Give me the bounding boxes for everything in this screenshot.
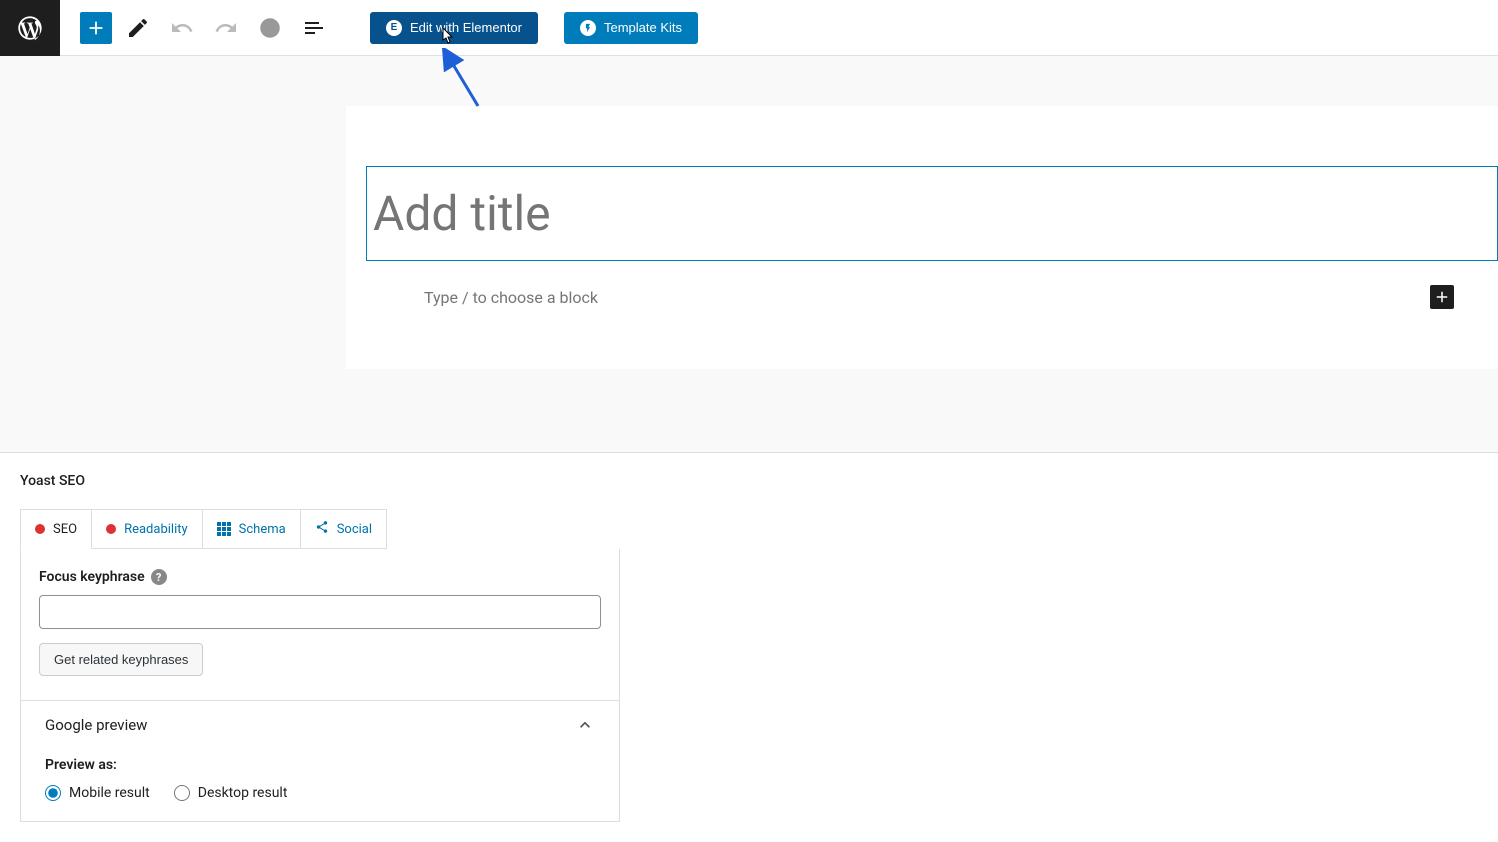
- editor-area: Type / to choose a block: [0, 56, 1498, 452]
- chevron-up-icon: [575, 715, 595, 735]
- tab-schema[interactable]: Schema: [203, 509, 301, 549]
- toolbar-left-group: E Edit with Elementor Template Kits: [60, 10, 698, 46]
- tab-readability[interactable]: Readability: [92, 509, 203, 549]
- tab-seo-label: SEO: [53, 522, 77, 537]
- share-icon: [315, 520, 329, 538]
- details-button[interactable]: [252, 10, 288, 46]
- page-container: Type / to choose a block: [346, 106, 1498, 369]
- radio-mobile-result[interactable]: Mobile result: [45, 785, 150, 801]
- radio-desktop-result[interactable]: Desktop result: [174, 785, 288, 801]
- radio-desktop-input[interactable]: [174, 785, 190, 801]
- info-icon: [258, 16, 282, 40]
- post-title-input[interactable]: [366, 166, 1498, 261]
- google-preview-section: Google preview Preview as: Mobile result…: [21, 700, 619, 801]
- focus-keyphrase-input[interactable]: [39, 595, 601, 629]
- edit-with-elementor-button[interactable]: E Edit with Elementor: [370, 12, 538, 44]
- template-kits-label: Template Kits: [604, 20, 682, 35]
- preview-as-label: Preview as:: [45, 757, 595, 773]
- template-kits-button[interactable]: Template Kits: [564, 12, 698, 44]
- focus-keyphrase-label: Focus keyphrase ?: [39, 569, 601, 585]
- toggle-block-inserter-button[interactable]: [80, 12, 112, 44]
- tab-social-label: Social: [337, 522, 372, 537]
- get-related-keyphrases-button[interactable]: Get related keyphrases: [39, 643, 203, 676]
- tab-social[interactable]: Social: [301, 509, 387, 549]
- help-icon[interactable]: ?: [151, 569, 167, 585]
- yoast-seo-section: Yoast SEO SEO Readability Schema Social …: [0, 452, 1498, 842]
- elementor-button-label: Edit with Elementor: [410, 20, 522, 35]
- radio-desktop-label: Desktop result: [198, 785, 288, 801]
- tab-schema-label: Schema: [239, 522, 286, 537]
- schema-grid-icon: [217, 522, 231, 536]
- redo-icon: [214, 16, 238, 40]
- wordpress-icon: [16, 14, 44, 42]
- yoast-panel: SEO Readability Schema Social Focus keyp…: [20, 509, 1478, 822]
- redo-button[interactable]: [208, 10, 244, 46]
- wordpress-logo[interactable]: [0, 0, 60, 56]
- outline-button[interactable]: [296, 10, 332, 46]
- block-prompt-row: Type / to choose a block: [366, 285, 1498, 309]
- top-toolbar: E Edit with Elementor Template Kits: [0, 0, 1498, 56]
- elementor-icon: E: [386, 20, 402, 36]
- tab-readability-label: Readability: [124, 522, 188, 537]
- tools-button[interactable]: [120, 10, 156, 46]
- tab-content-seo: Focus keyphrase ? Get related keyphrases…: [20, 549, 620, 822]
- status-dot-icon: [35, 524, 45, 534]
- yoast-section-title: Yoast SEO: [20, 473, 1478, 489]
- block-prompt-text[interactable]: Type / to choose a block: [424, 288, 598, 307]
- undo-button[interactable]: [164, 10, 200, 46]
- radio-mobile-input[interactable]: [45, 785, 61, 801]
- template-kits-icon: [580, 20, 596, 36]
- undo-icon: [170, 16, 194, 40]
- google-preview-toggle[interactable]: Google preview: [45, 715, 595, 735]
- plus-icon: [1433, 288, 1451, 306]
- tab-seo[interactable]: SEO: [20, 509, 92, 549]
- radio-mobile-label: Mobile result: [69, 785, 150, 801]
- yoast-tabs: SEO Readability Schema Social: [20, 509, 1478, 549]
- add-block-button[interactable]: [1430, 285, 1454, 309]
- preview-as-radio-group: Mobile result Desktop result: [45, 785, 595, 801]
- pencil-icon: [126, 16, 150, 40]
- list-view-icon: [302, 16, 326, 40]
- google-preview-title: Google preview: [45, 716, 147, 734]
- plus-icon: [85, 17, 107, 39]
- status-dot-icon: [106, 524, 116, 534]
